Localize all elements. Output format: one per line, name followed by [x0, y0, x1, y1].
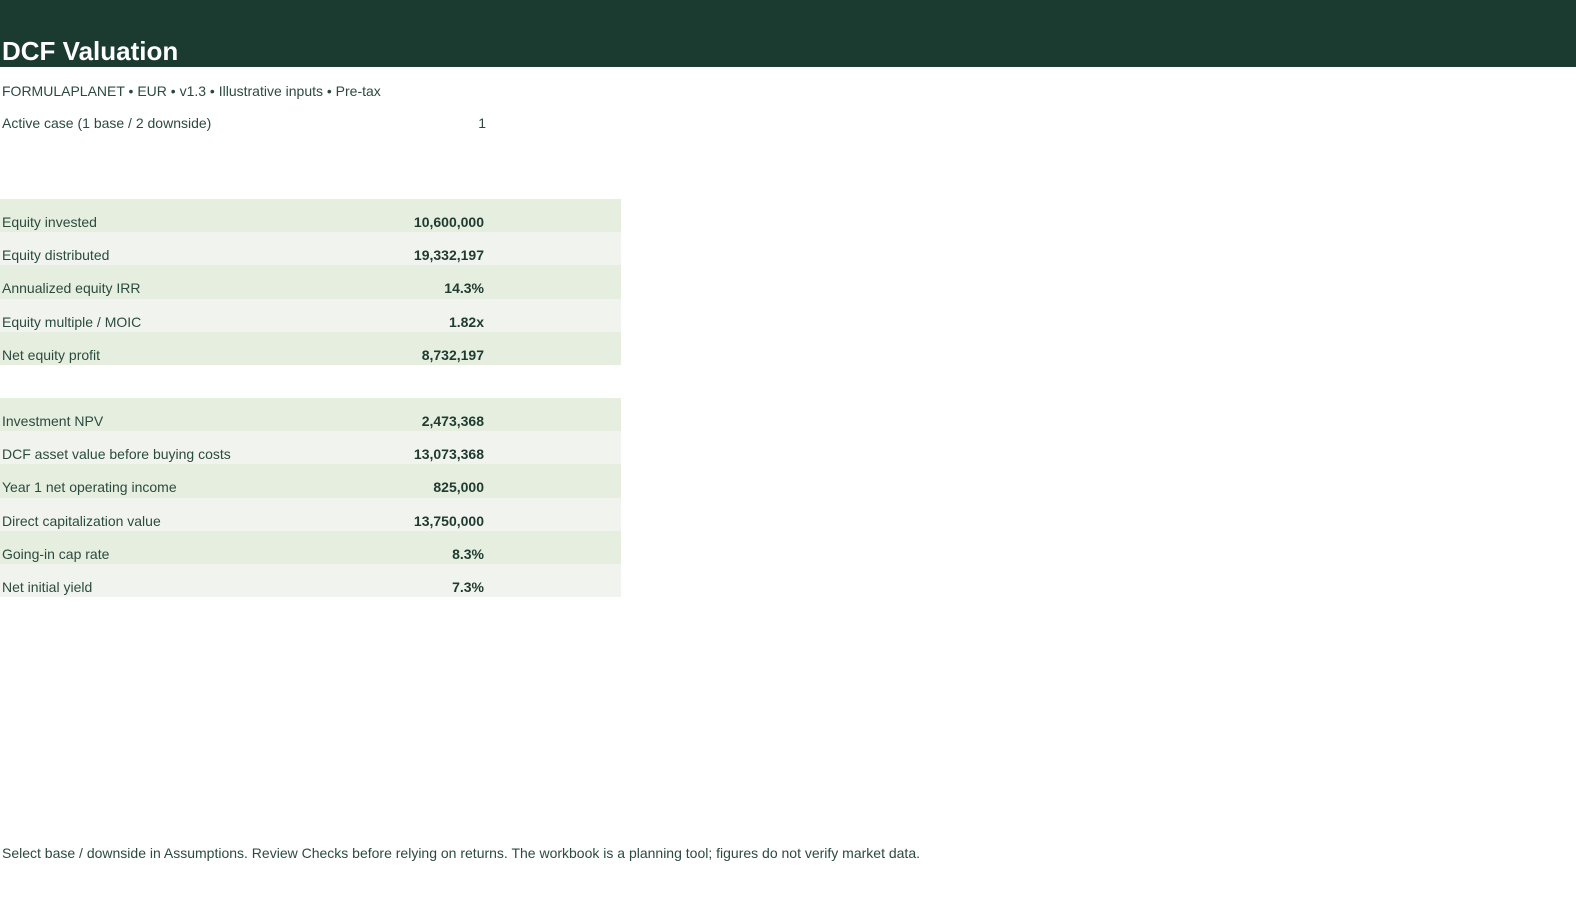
table-row[interactable]: Equity invested 10,600,000: [0, 199, 621, 233]
table-row[interactable]: Equity multiple / MOIC 1.82x: [0, 298, 621, 332]
table-row[interactable]: Annualized equity IRR 14.3%: [0, 265, 621, 299]
row-value[interactable]: 13,750,000: [0, 513, 484, 529]
active-case-row: Active case (1 base / 2 downside) 1: [0, 115, 486, 133]
row-value[interactable]: 10,600,000: [0, 214, 484, 230]
row-value[interactable]: 1.82x: [0, 314, 484, 330]
footer-note: Select base / downside in Assumptions. R…: [2, 845, 920, 861]
returns-summary-table: Equity invested 10,600,000 Equity distri…: [0, 199, 621, 365]
row-value[interactable]: 14.3%: [0, 280, 484, 296]
table-row[interactable]: Direct capitalization value 13,750,000: [0, 497, 621, 531]
row-value[interactable]: 8,732,197: [0, 347, 484, 363]
table-row[interactable]: Year 1 net operating income 825,000: [0, 464, 621, 498]
row-value[interactable]: 19,332,197: [0, 247, 484, 263]
spreadsheet-page: DCF Valuation FORMULAPLANET • EUR • v1.3…: [0, 0, 1576, 900]
row-value[interactable]: 8.3%: [0, 546, 484, 562]
page-subtitle: FORMULAPLANET • EUR • v1.3 • Illustrativ…: [2, 83, 381, 99]
table-row[interactable]: Net equity profit 8,732,197: [0, 331, 621, 365]
table-row[interactable]: Net initial yield 7.3%: [0, 563, 621, 598]
row-value[interactable]: 7.3%: [0, 579, 484, 595]
row-value[interactable]: 2,473,368: [0, 413, 484, 429]
row-value[interactable]: 13,073,368: [0, 446, 484, 462]
valuation-summary-table: Investment NPV 2,473,368 DCF asset value…: [0, 398, 621, 598]
row-value[interactable]: 825,000: [0, 479, 484, 495]
title-band: [0, 0, 1576, 67]
table-row[interactable]: Investment NPV 2,473,368: [0, 398, 621, 432]
page-title: DCF Valuation: [2, 36, 179, 66]
active-case-label: Active case (1 base / 2 downside): [2, 115, 212, 131]
table-row[interactable]: Going-in cap rate 8.3%: [0, 530, 621, 564]
active-case-input[interactable]: 1: [478, 115, 486, 131]
table-row[interactable]: Equity distributed 19,332,197: [0, 232, 621, 266]
table-row[interactable]: DCF asset value before buying costs 13,0…: [0, 431, 621, 465]
